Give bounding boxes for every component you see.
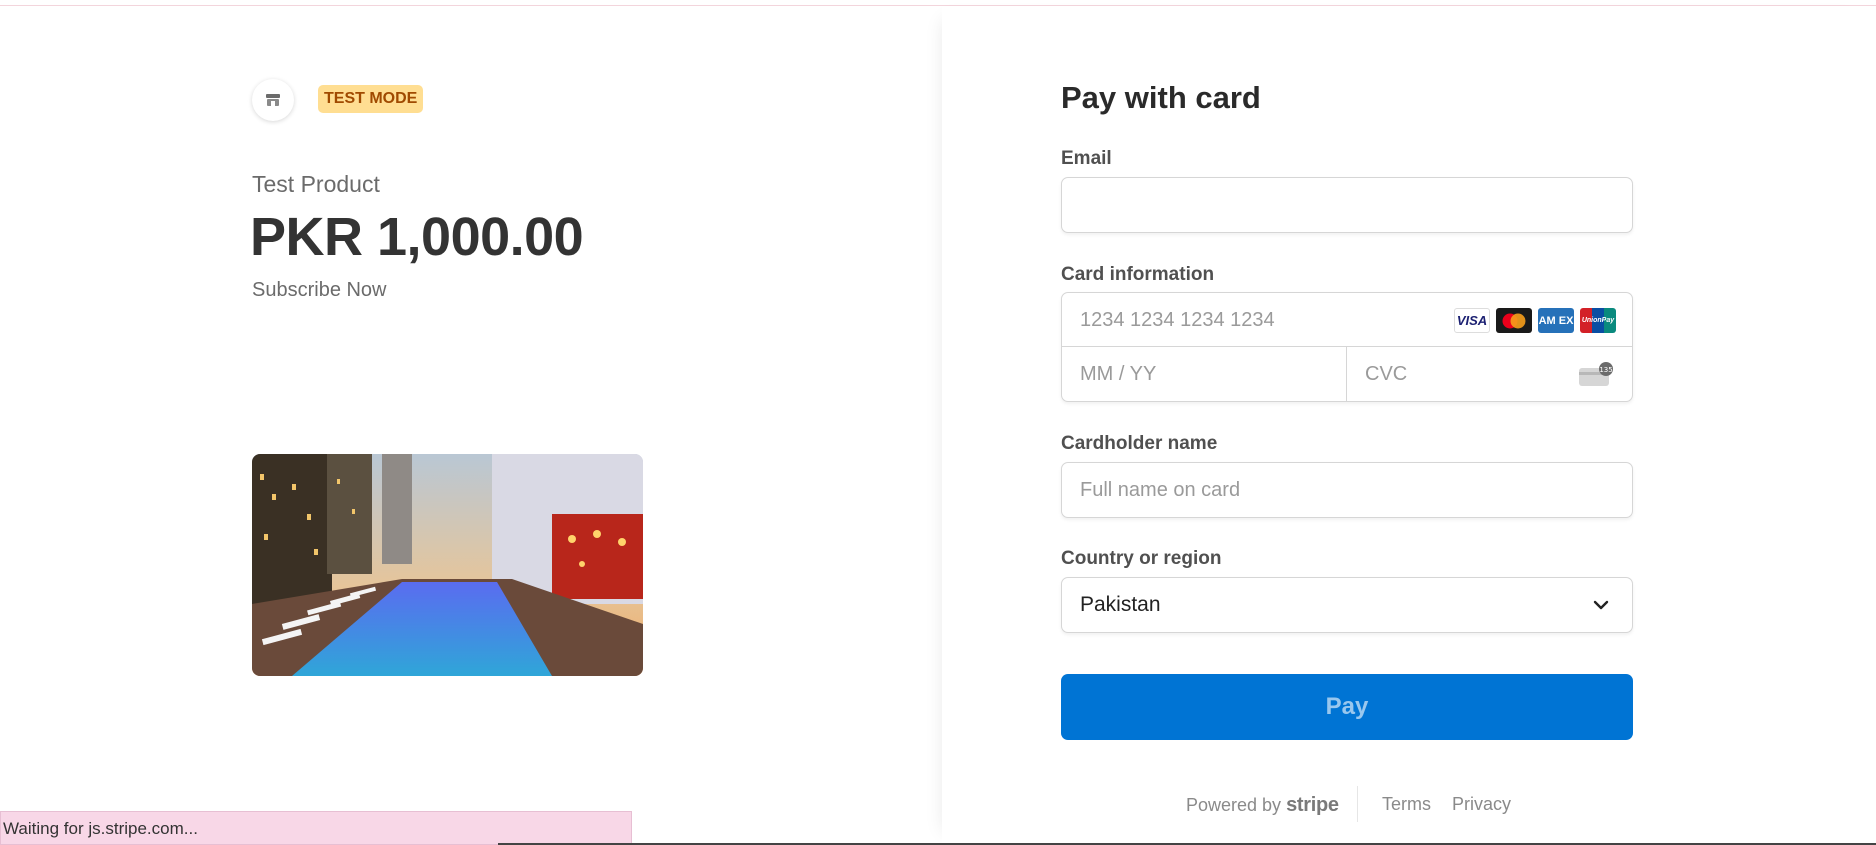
- pay-button[interactable]: Pay: [1061, 674, 1633, 740]
- powered-by-text: Powered by: [1186, 795, 1282, 815]
- country-label: Country or region: [1061, 548, 1222, 569]
- stripe-logo: stripe: [1286, 794, 1339, 816]
- product-name: Test Product: [252, 171, 380, 197]
- cvc-placeholder: CVC: [1365, 363, 1408, 385]
- order-summary-pane: [0, 6, 942, 845]
- cvc-hint-text: 135: [1599, 366, 1612, 374]
- cardholder-placeholder: Full name on card: [1080, 479, 1241, 501]
- product-description: Subscribe Now: [252, 279, 387, 301]
- visa-icon: VISA: [1454, 308, 1490, 333]
- terms-link[interactable]: Terms: [1382, 794, 1431, 815]
- card-cvc-field[interactable]: CVC 135: [1347, 347, 1632, 401]
- card-information-group: 1234 1234 1234 1234 VISA AM EX UnionPay …: [1061, 292, 1633, 402]
- form-title: Pay with card: [1061, 80, 1261, 115]
- powered-by-stripe[interactable]: Powered by stripe: [1186, 794, 1339, 817]
- country-select[interactable]: Pakistan: [1061, 577, 1633, 633]
- test-mode-badge: TEST MODE: [318, 85, 424, 113]
- expiry-placeholder: MM / YY: [1080, 363, 1157, 385]
- store-icon[interactable]: [252, 79, 294, 121]
- footer-divider: [1357, 786, 1358, 822]
- card-brand-logos: VISA AM EX UnionPay: [1454, 308, 1616, 333]
- browser-status-bar: Waiting for js.stripe.com...: [0, 811, 632, 845]
- unionpay-icon: UnionPay: [1580, 308, 1616, 333]
- card-number-placeholder: 1234 1234 1234 1234: [1080, 309, 1275, 331]
- chevron-down-icon: [1592, 596, 1610, 619]
- amex-icon: AM EX: [1538, 308, 1574, 333]
- cardholder-name-field[interactable]: Full name on card: [1061, 462, 1633, 518]
- card-expiry-field[interactable]: MM / YY: [1062, 347, 1347, 401]
- email-label: Email: [1061, 148, 1112, 169]
- country-value: Pakistan: [1080, 593, 1161, 616]
- mastercard-icon: [1496, 308, 1532, 333]
- card-number-field[interactable]: 1234 1234 1234 1234 VISA AM EX UnionPay: [1062, 293, 1632, 347]
- cvc-card-icon: 135: [1578, 362, 1614, 393]
- cardholder-name-label: Cardholder name: [1061, 433, 1218, 454]
- product-price: PKR 1,000.00: [250, 207, 584, 267]
- privacy-link[interactable]: Privacy: [1452, 794, 1511, 815]
- card-information-label: Card information: [1061, 264, 1215, 285]
- email-field[interactable]: [1061, 177, 1633, 233]
- product-image: [252, 454, 643, 676]
